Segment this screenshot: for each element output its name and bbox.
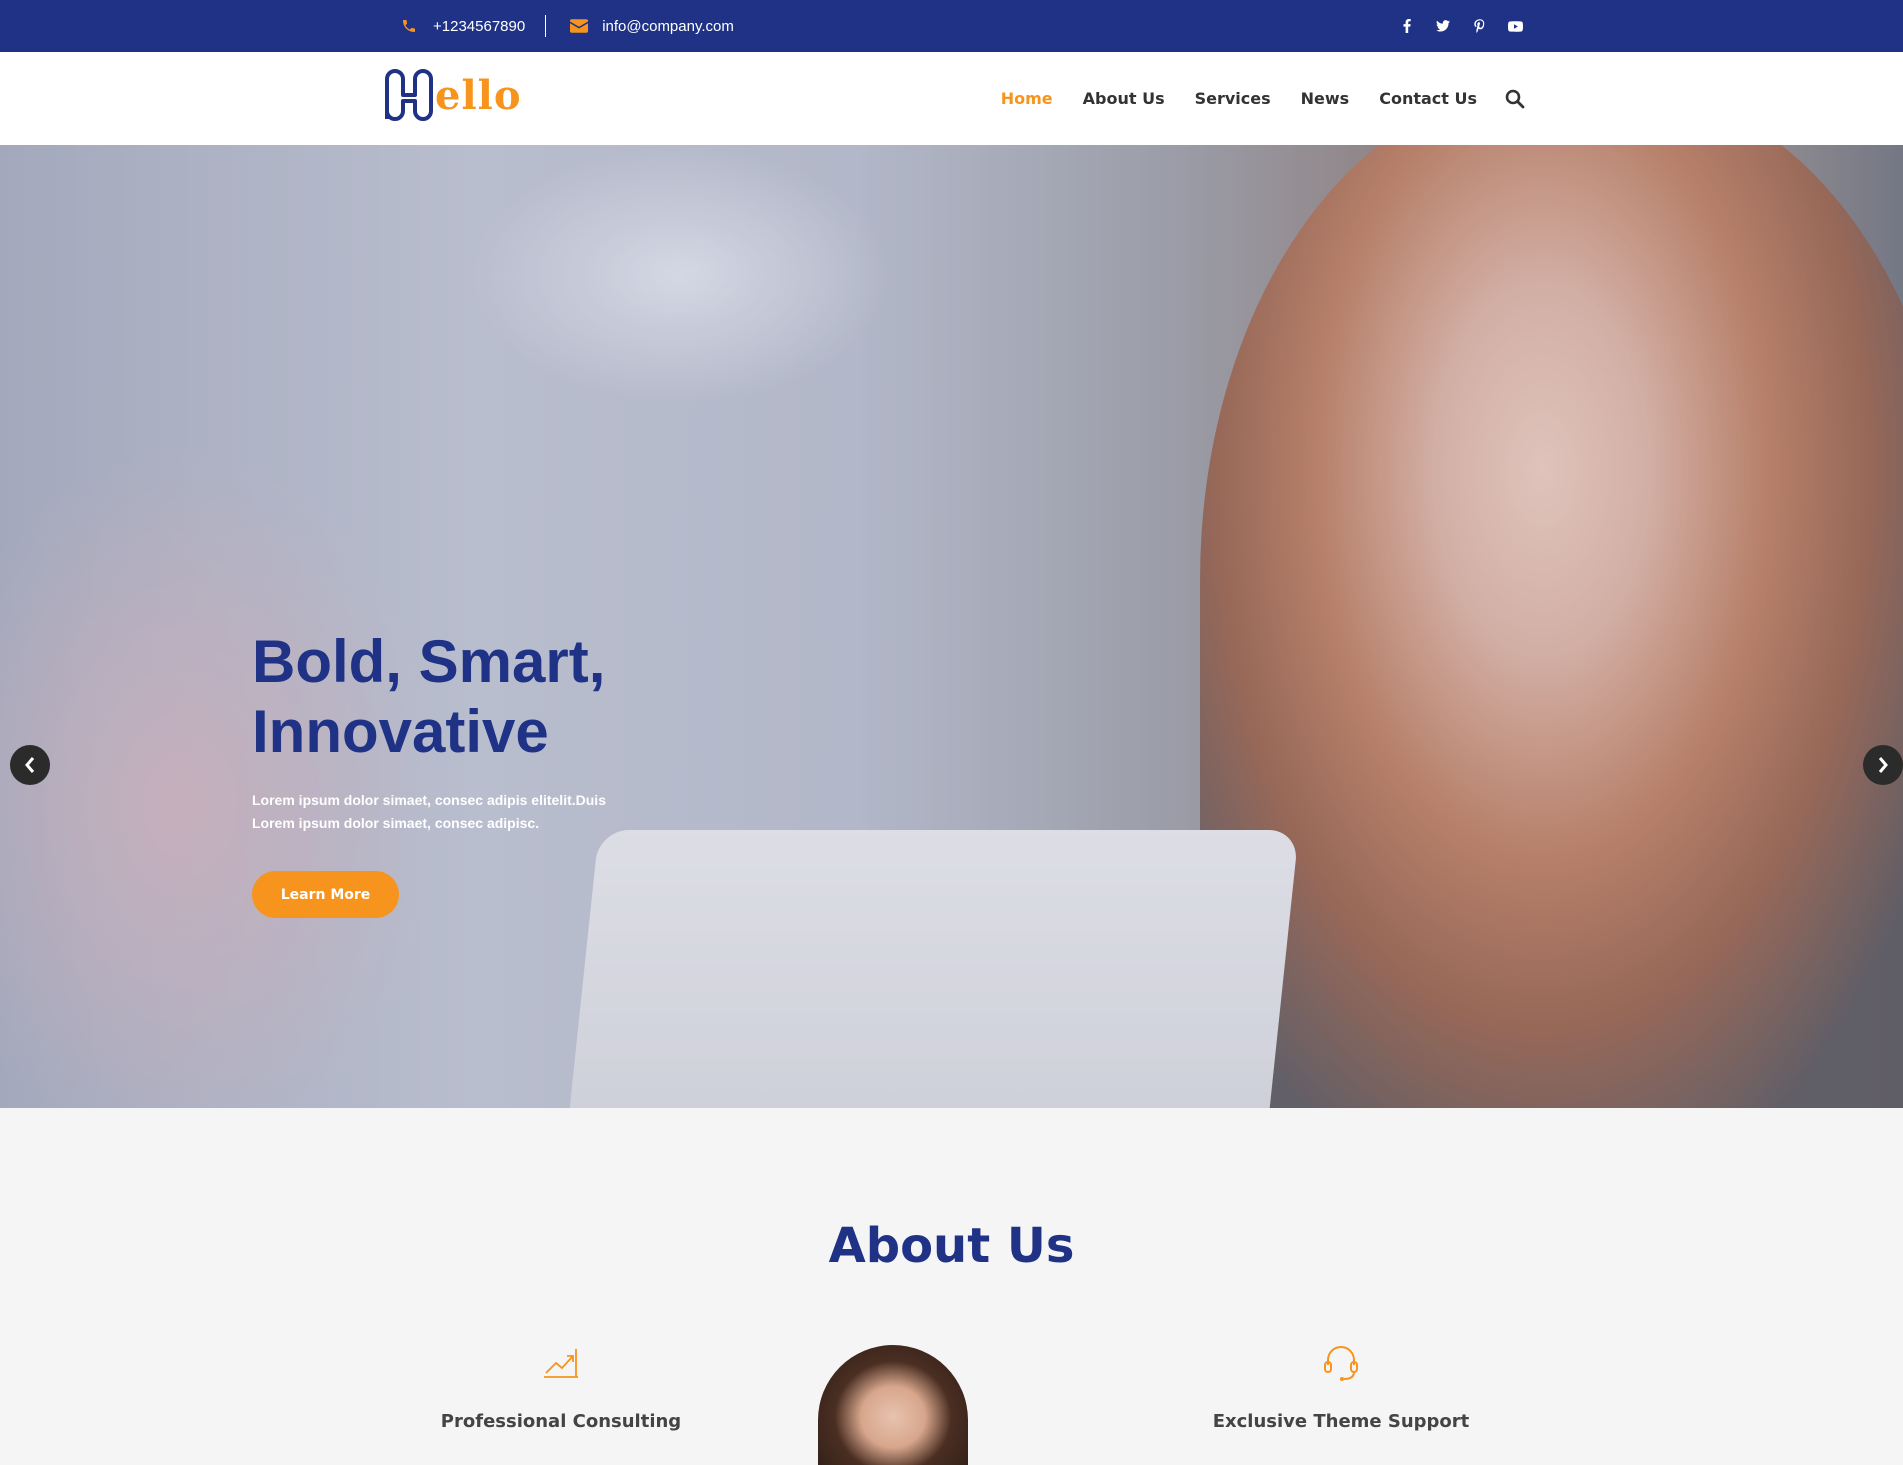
- slider-prev-button[interactable]: [10, 745, 50, 785]
- learn-more-button[interactable]: Learn More: [252, 871, 399, 918]
- twitter-icon[interactable]: [1435, 18, 1451, 34]
- hero-title-line1: Bold, Smart,: [252, 628, 606, 695]
- nav-contact-us[interactable]: Contact Us: [1379, 89, 1477, 108]
- hero-title: Bold, Smart, Innovative: [252, 627, 712, 767]
- phone-icon: [401, 17, 419, 35]
- nav-about-us[interactable]: About Us: [1083, 89, 1165, 108]
- chart-up-icon: [361, 1343, 761, 1383]
- logo-h-icon: [385, 69, 433, 121]
- site-header: ello Home About Us Services News Contact…: [0, 52, 1903, 145]
- hero-content: Bold, Smart, Innovative Lorem ipsum dolo…: [252, 627, 712, 918]
- about-section-title: About Us: [828, 1218, 1075, 1274]
- email-item[interactable]: info@company.com: [570, 17, 734, 35]
- nav-news[interactable]: News: [1301, 89, 1350, 108]
- envelope-icon: [570, 17, 589, 35]
- main-nav: Home About Us Services News Contact Us: [971, 52, 1525, 145]
- feature-professional-consulting: Professional Consulting: [361, 1343, 761, 1432]
- chevron-right-icon: [1878, 757, 1888, 773]
- site-logo[interactable]: ello: [381, 65, 522, 125]
- hero-slider: Bold, Smart, Innovative Lorem ipsum dolo…: [0, 145, 1903, 1108]
- facebook-icon[interactable]: [1399, 18, 1415, 34]
- contact-divider: [545, 15, 547, 37]
- contact-info: +1234567890 info@company.com: [401, 0, 734, 52]
- pinterest-icon[interactable]: [1471, 18, 1487, 34]
- headset-icon: [1141, 1343, 1541, 1383]
- email-address: info@company.com: [602, 17, 734, 35]
- phone-item[interactable]: +1234567890: [401, 17, 525, 35]
- logo-text: ello: [435, 71, 522, 119]
- youtube-icon[interactable]: [1507, 18, 1523, 34]
- feature-exclusive-theme-support: Exclusive Theme Support: [1141, 1343, 1541, 1432]
- about-portrait-image: [818, 1345, 968, 1465]
- slider-next-button[interactable]: [1863, 745, 1903, 785]
- social-links: [1399, 0, 1523, 52]
- top-bar: +1234567890 info@company.com: [0, 0, 1903, 52]
- chevron-left-icon: [25, 757, 35, 773]
- hero-title-line2: Innovative: [252, 698, 549, 765]
- search-icon[interactable]: [1505, 89, 1525, 109]
- nav-services[interactable]: Services: [1195, 89, 1271, 108]
- feature-label: Professional Consulting: [440, 1411, 682, 1432]
- feature-label: Exclusive Theme Support: [1212, 1411, 1470, 1432]
- phone-number: +1234567890: [433, 17, 526, 35]
- hero-description: Lorem ipsum dolor simaet, consec adipis …: [252, 792, 606, 831]
- nav-home[interactable]: Home: [1001, 89, 1053, 108]
